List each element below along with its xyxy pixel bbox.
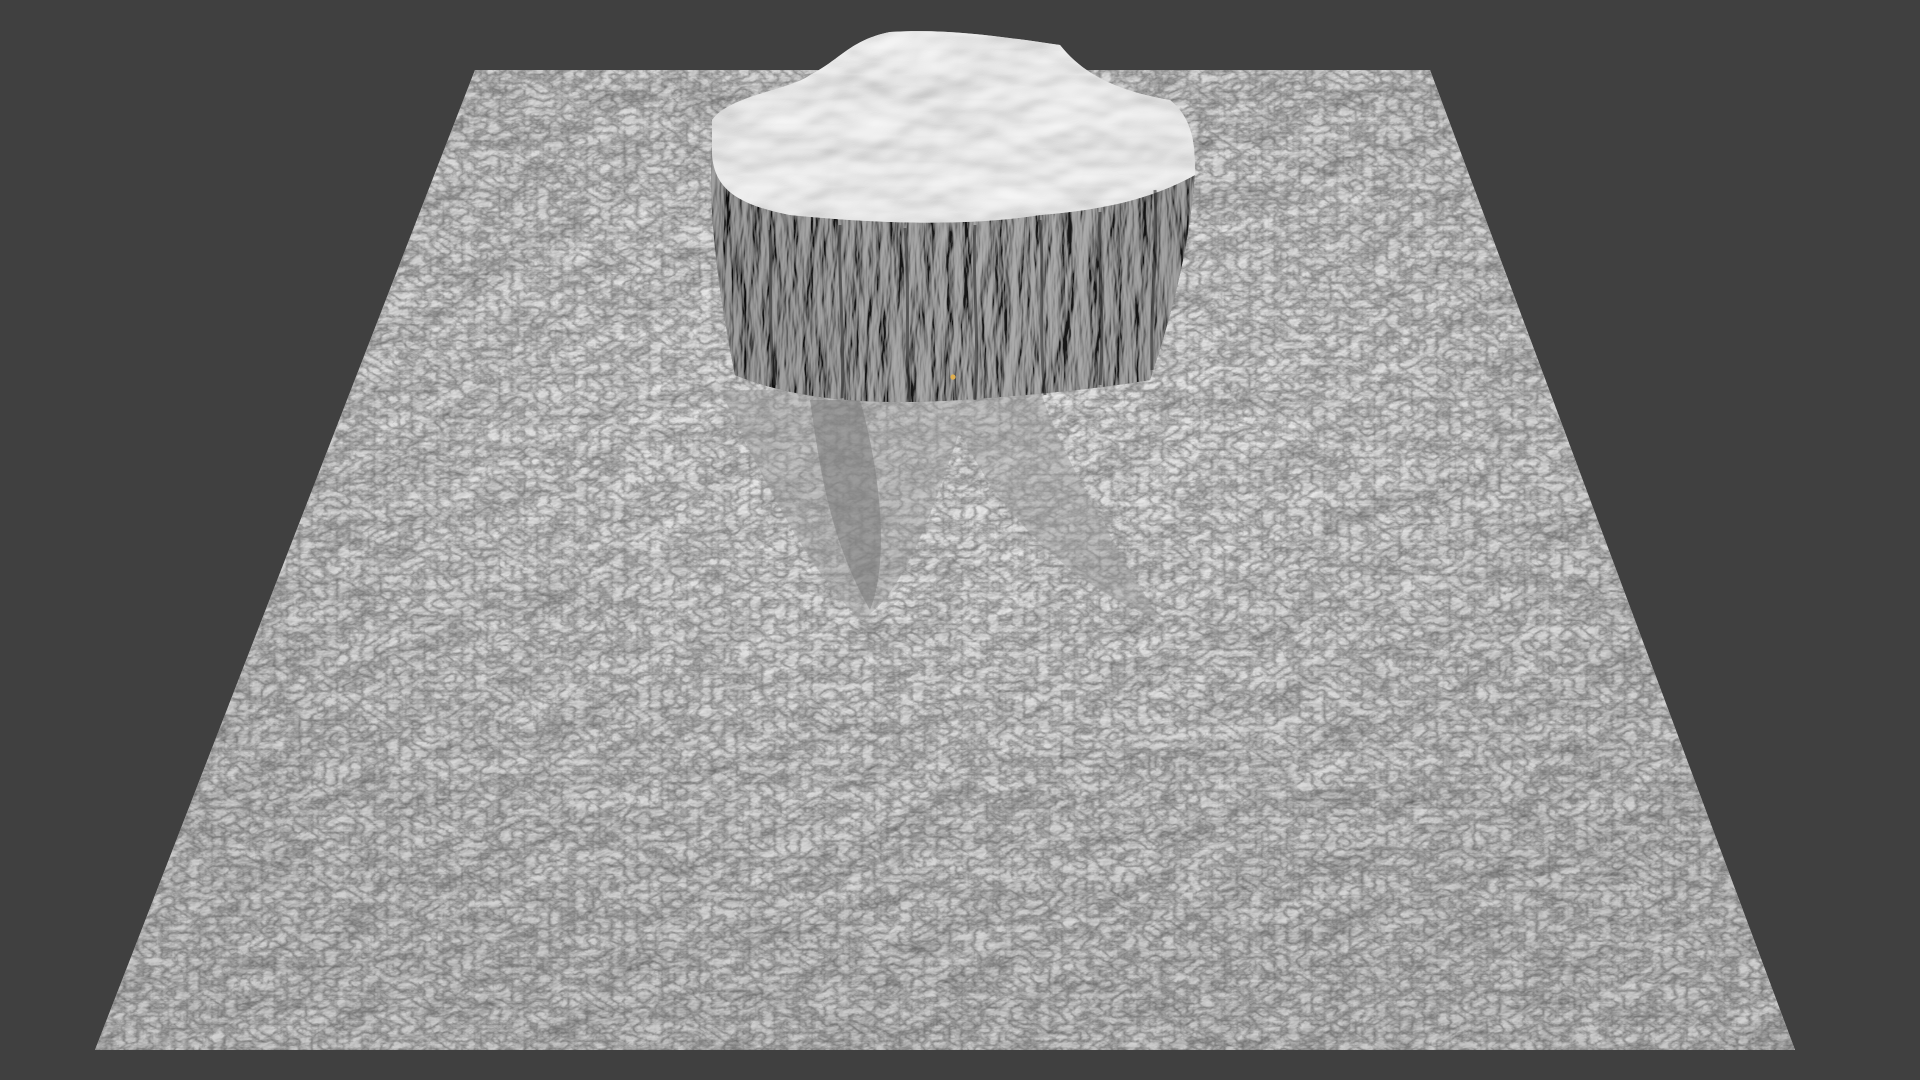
3d-viewport[interactable] (0, 0, 1920, 1080)
viewport-scene[interactable] (0, 0, 1920, 1080)
origin-marker[interactable] (950, 374, 956, 380)
butte-top-texture (712, 31, 1195, 223)
